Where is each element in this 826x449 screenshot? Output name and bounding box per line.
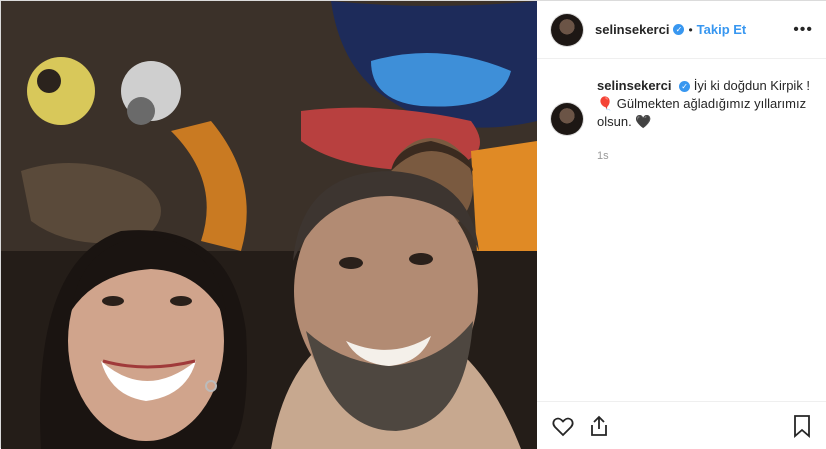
caption-username[interactable]: selinsekerci	[597, 78, 671, 93]
caption-text-line2: 🎈 Gülmekten ağladığımız yıllarımız	[597, 96, 807, 111]
heart-icon	[552, 417, 574, 436]
action-bar	[537, 401, 826, 449]
post-sidebar: selinsekerci ✓ • Takip Et ••• selinseker…	[537, 1, 826, 449]
avatar[interactable]	[551, 13, 583, 46]
like-button[interactable]	[551, 414, 575, 438]
caption-text-line3: olsun. 🖤	[597, 114, 652, 129]
caption-comment: selinsekerci ✓ İyi ki doğdun Kirpik ! 🎈 …	[537, 59, 826, 165]
post-photo[interactable]	[1, 1, 537, 449]
follow-button[interactable]: Takip Et	[697, 22, 747, 37]
timestamp[interactable]: 1s	[597, 147, 810, 165]
bookmark-icon	[794, 414, 810, 438]
verified-badge-icon: ✓	[673, 24, 685, 35]
share-icon	[591, 415, 607, 436]
header-username[interactable]: selinsekerci	[595, 22, 669, 37]
caption-avatar[interactable]	[551, 103, 583, 135]
save-button[interactable]	[791, 414, 813, 438]
caption-text-line1: İyi ki doğdun Kirpik !	[693, 78, 811, 93]
more-options-icon[interactable]: •••	[793, 21, 813, 39]
verified-badge-icon: ✓	[679, 81, 691, 92]
caption-body: selinsekerci ✓ İyi ki doğdun Kirpik ! 🎈 …	[597, 77, 810, 165]
post-header: selinsekerci ✓ • Takip Et •••	[537, 1, 826, 59]
instagram-post: selinsekerci ✓ • Takip Et ••• selinseker…	[0, 0, 826, 449]
share-button[interactable]	[587, 414, 611, 438]
photo-illustration	[1, 1, 537, 449]
separator-dot: •	[688, 22, 693, 37]
